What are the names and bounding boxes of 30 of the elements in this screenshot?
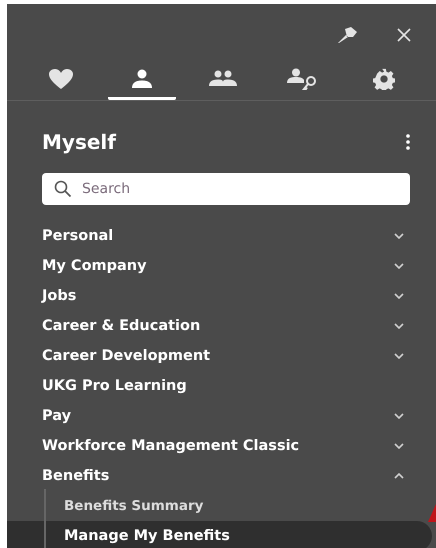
pin-button[interactable] <box>336 26 358 44</box>
menu-item[interactable]: Jobs <box>7 281 436 311</box>
menu-item[interactable]: UKG Pro Learning <box>7 371 436 401</box>
menu-item[interactable]: My Company <box>7 251 436 281</box>
menu-item[interactable]: Benefits <box>7 461 436 491</box>
person-icon <box>130 68 154 88</box>
menu-item[interactable]: Career & Education <box>7 311 436 341</box>
chevron-icon <box>394 413 404 419</box>
chevron-icon <box>394 353 404 359</box>
submenu-item[interactable]: Benefits Summary <box>43 491 204 521</box>
menu-item[interactable]: Career Development <box>7 341 436 371</box>
menu-item[interactable]: Pay <box>7 401 436 431</box>
people-icon <box>208 70 238 88</box>
chevron-icon <box>394 443 404 449</box>
chevron-icon <box>394 293 404 299</box>
chevron-icon <box>394 323 404 329</box>
chevron-icon <box>394 473 404 479</box>
chevron-icon <box>394 263 404 269</box>
chevron-icon <box>394 233 404 239</box>
more-options-button[interactable] <box>406 134 410 150</box>
submenu-item[interactable]: Manage My Benefits <box>7 521 432 548</box>
close-button[interactable] <box>396 27 412 43</box>
arrow-tip-icon <box>428 504 436 522</box>
menu-item[interactable]: Workforce Management Classic <box>7 431 436 461</box>
heart-icon <box>48 68 74 90</box>
panel-title: Myself <box>42 130 116 154</box>
search-field[interactable]: Search <box>42 173 410 205</box>
search-icon <box>54 180 72 198</box>
menu-item[interactable]: Personal <box>7 221 436 251</box>
gear-icon <box>373 68 395 90</box>
